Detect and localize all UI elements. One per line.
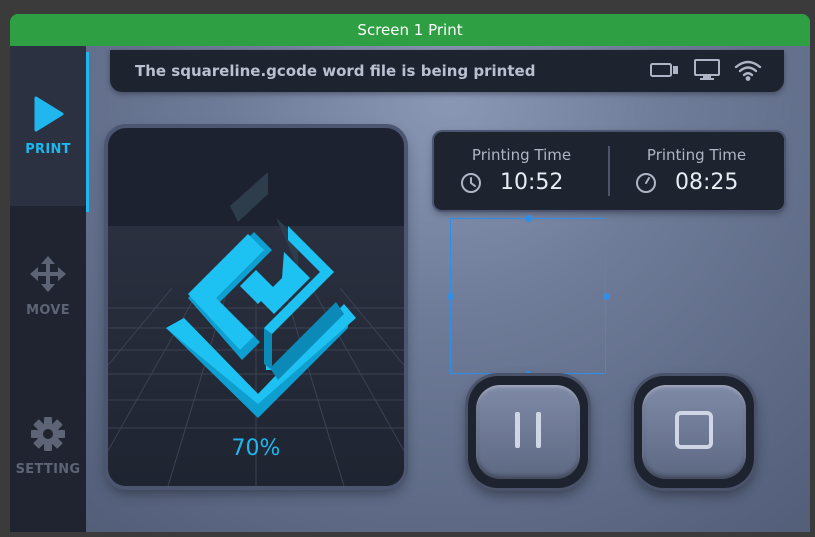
active-indicator [86,52,89,212]
resize-handle-right[interactable] [603,293,610,300]
print-progress: 70% [231,436,281,461]
pause-button-face [476,385,580,479]
sidebar-item-label: SETTING [15,461,81,477]
remaining-time: Printing Time 08:25 [609,132,784,210]
elapsed-time: Printing Time 10:52 [434,132,609,210]
time-label: Printing Time [471,146,572,164]
pause-icon [511,410,545,454]
status-bar: The squareline.gcode word file is being … [110,50,784,92]
selection-box[interactable] [447,215,610,378]
timer-icon [635,172,657,198]
monitor-icon [694,59,720,81]
stop-button-face [642,385,746,479]
play-icon [32,96,64,142]
sidebar-item-label: MOVE [26,302,70,318]
time-label: Printing Time [646,146,747,164]
gear-icon [30,416,66,462]
sidebar-item-setting[interactable]: SETTING [10,366,86,526]
sidebar-item-label: PRINT [25,141,71,157]
time-value: 10:52 [500,170,564,195]
print-time-panel: Printing Time 10:52 Printing Time 08:25 [434,132,784,210]
wifi-icon [734,59,762,81]
resize-handle-top[interactable] [525,215,532,222]
move-icon [29,255,67,303]
clock-icon [460,172,482,198]
resize-handle-left[interactable] [447,293,454,300]
pause-button[interactable] [468,376,588,488]
logo-icon [166,172,356,418]
stop-button[interactable] [634,376,754,488]
window-title: Screen 1 Print [10,14,810,46]
sidebar-item-print[interactable]: PRINT [10,46,89,212]
status-message: The squareline.gcode word file is being … [135,62,536,80]
sidebar: PRINT MOVE SETTING [10,46,89,532]
print-screen: PRINT MOVE SETTING The squareline.gcode … [10,46,810,532]
time-value: 08:25 [675,170,739,195]
print-preview: 70% [108,128,404,486]
stop-icon [674,410,714,454]
battery-icon [650,62,680,78]
sidebar-item-move[interactable]: MOVE [10,206,86,366]
